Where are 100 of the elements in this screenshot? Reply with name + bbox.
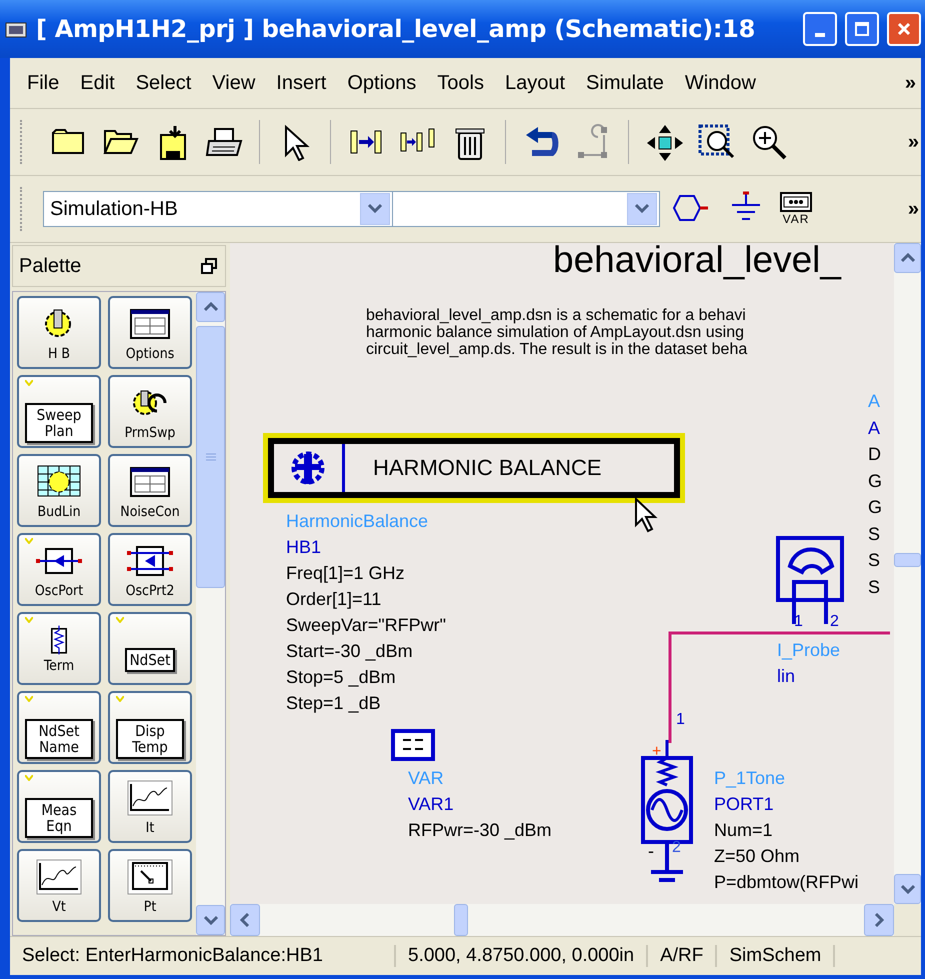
status-text: A/RF <box>656 945 718 967</box>
status-text: 5.000, 4.8750.000, 0.000in <box>404 945 648 967</box>
palette-item[interactable]: Pt <box>108 849 192 922</box>
component-parameter: I_Probe <box>777 639 840 662</box>
var-button[interactable]: VAR <box>776 192 816 226</box>
pin-number: 1 <box>794 613 803 631</box>
component-parameter: D <box>868 443 882 466</box>
menu-item[interactable]: Layout <box>496 66 574 100</box>
close-button[interactable] <box>887 12 921 46</box>
close-icon <box>896 21 912 37</box>
component-parameter: Step=1 _dB <box>286 692 382 715</box>
component-parameter: Stop=5 _dBm <box>286 666 397 689</box>
scrollbar-thumb[interactable] <box>894 553 921 567</box>
component-parameter: Start=-30 _dBm <box>286 640 414 663</box>
component-parameter: Order[1]=11 <box>286 588 382 611</box>
schematic-canvas[interactable] <box>230 243 894 904</box>
menu-item[interactable]: View <box>203 66 264 100</box>
component-parameter: PORT1 <box>714 793 775 816</box>
palette-item[interactable]: NdSet <box>108 612 192 685</box>
description-line: circuit_level_amp.ds. The result is in the dataset beha <box>366 341 748 358</box>
toolbar-overflow[interactable]: » <box>908 198 921 220</box>
component-parameter: G <box>868 496 882 519</box>
component-parameter: HarmonicBalance <box>286 510 430 533</box>
scroll-up-button[interactable] <box>196 292 225 322</box>
maximize-button[interactable] <box>845 12 879 46</box>
toolbar-overflow[interactable]: » <box>908 130 921 154</box>
chevron-up-icon <box>900 253 914 263</box>
dropdown-caret-icon <box>634 203 650 215</box>
library-dropdown[interactable]: Simulation-HB <box>43 191 393 227</box>
plus-sign: + <box>652 743 662 761</box>
palette-item[interactable]: It <box>108 770 192 843</box>
var-equation-icon <box>391 729 435 761</box>
palette-item[interactable]: Meas Eqn <box>17 770 101 843</box>
component-parameter: Freq[1]=1 GHz <box>286 562 406 585</box>
dropdown-caret-icon <box>367 203 383 215</box>
scrollbar-thumb[interactable] <box>196 326 225 588</box>
var-block-icon <box>780 192 812 212</box>
pin-number: 1 <box>676 711 685 729</box>
component-parameter: Num=1 <box>714 819 774 842</box>
scroll-up-button[interactable] <box>894 243 921 273</box>
scroll-left-button[interactable] <box>230 904 260 936</box>
menu-item[interactable]: Tools <box>428 66 493 100</box>
menu-item[interactable]: File <box>18 66 68 100</box>
minimize-button[interactable] <box>803 12 837 46</box>
menu-item[interactable]: Select <box>126 66 200 100</box>
component-parameter: lin <box>777 665 796 688</box>
scroll-down-button[interactable] <box>894 874 921 904</box>
palette-item[interactable]: BudLin <box>17 454 101 527</box>
component-parameter: S <box>868 576 882 598</box>
palette-item[interactable]: OscPort <box>17 533 101 606</box>
palette-item[interactable]: PrmSwp <box>108 375 192 448</box>
palette-item[interactable]: NoiseCon <box>108 454 192 527</box>
scrollbar-thumb[interactable] <box>454 904 468 936</box>
palette-item[interactable]: Sweep Plan <box>17 375 101 448</box>
pin-number: 2 <box>672 839 681 857</box>
minimize-icon <box>815 33 825 37</box>
menu-item[interactable]: Simulate <box>577 66 673 100</box>
chevron-up-icon <box>204 302 218 312</box>
component-parameter: RFPwr=-30 _dBm <box>408 819 552 842</box>
component-parameter: VAR <box>408 767 445 790</box>
menu-item[interactable]: Insert <box>267 66 336 100</box>
restore-window-icon <box>201 258 217 274</box>
chevron-down-icon <box>204 915 218 925</box>
description-line: harmonic balance simulation of AmpLayout.dsn using <box>366 324 745 341</box>
menu-item[interactable]: Edit <box>71 66 124 100</box>
waveform-plot-icon <box>125 778 175 818</box>
palette-item[interactable]: NdSet Name <box>17 691 101 764</box>
pin-number: 2 <box>830 613 839 631</box>
component-parameter: VAR1 <box>408 793 455 816</box>
chevron-down-icon <box>900 884 914 894</box>
chevron-right-icon <box>874 913 884 927</box>
component-parameter: P_1Tone <box>714 767 786 790</box>
schematic-title: behavioral_level_ <box>553 243 841 281</box>
grip-icon <box>206 452 216 462</box>
menu-item[interactable]: Options <box>338 66 426 100</box>
window-title: [ AmpH1H2_prj ] behavioral_level_amp (Schematic):18 <box>36 15 756 43</box>
mouse-cursor-icon <box>634 497 658 533</box>
scroll-right-button[interactable] <box>864 904 894 936</box>
menu-item[interactable]: Window <box>676 66 765 100</box>
palette-item[interactable]: Term <box>17 612 101 685</box>
component-parameter: Z=50 Ohm <box>714 845 801 868</box>
component-parameter: G <box>868 470 882 492</box>
palette-item[interactable]: OscPrt2 <box>108 533 192 606</box>
waveform-plot-icon <box>34 856 84 896</box>
palette-item[interactable]: Options <box>108 296 192 369</box>
palette-title: Palette <box>19 254 82 278</box>
palette-item[interactable]: Vt <box>17 849 101 922</box>
move-icon <box>645 123 683 161</box>
status-text: Select: EnterHarmonicBalance:HB1 <box>18 945 396 967</box>
palette-item[interactable]: Disp Temp <box>108 691 192 764</box>
component-parameter: S <box>868 522 882 546</box>
component-parameter: HB1 <box>286 536 322 559</box>
palette-item[interactable]: H B <box>17 296 101 369</box>
scroll-down-button[interactable] <box>196 905 225 935</box>
menu-overflow[interactable]: » <box>896 66 918 100</box>
minus-sign: - <box>648 841 654 862</box>
meter-icon <box>125 856 175 896</box>
restore-button[interactable] <box>201 258 217 274</box>
component-parameter: SweepVar="RFPwr" <box>286 614 446 637</box>
component-dropdown[interactable] <box>392 191 660 227</box>
